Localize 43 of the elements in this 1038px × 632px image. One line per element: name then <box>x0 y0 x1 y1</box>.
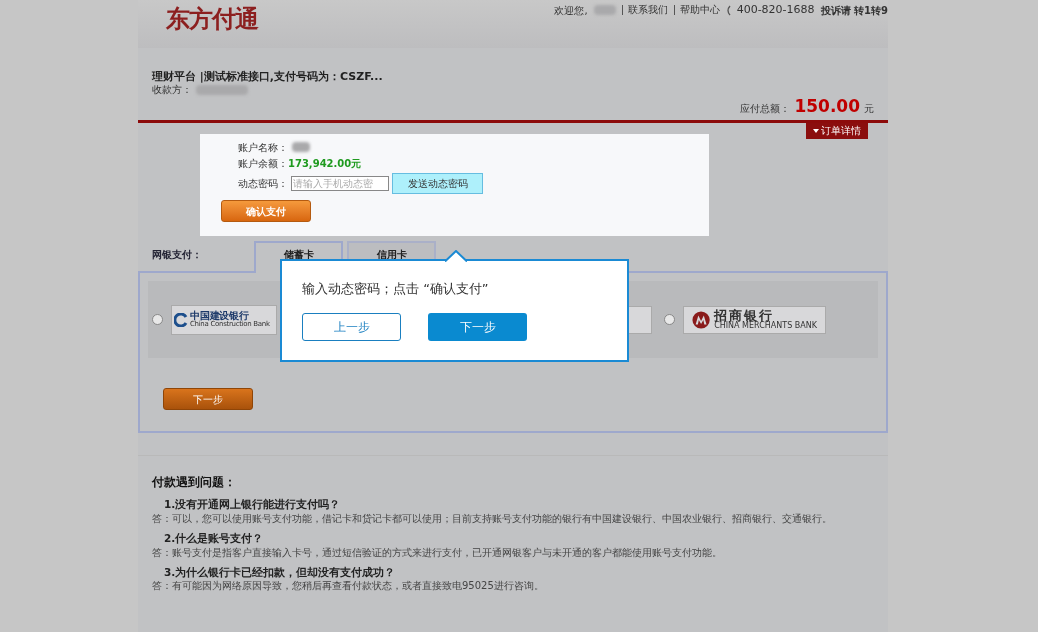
balance-value: 173,942.00元 <box>288 156 362 171</box>
faq-answer: 答：有可能因为网络原因导致，您稍后再查看付款状态，或者直接致电95025进行咨询。 <box>152 580 545 593</box>
header-link[interactable]: 帮助中心 <box>673 5 720 15</box>
faq-answer: 答：可以，您可以使用账号支付功能，借记卡和贷记卡都可以使用；目前支持账号支付功能的银行有中国建设银行、中国农业银行、招商银行、交通银行。 <box>152 512 833 525</box>
blurred-text <box>196 85 248 95</box>
netbank-label: 网银支付： <box>152 248 202 262</box>
radio-button[interactable] <box>152 314 163 325</box>
phone-icon <box>725 4 731 16</box>
faq-title: 付款遇到问题： <box>152 474 237 491</box>
code-field[interactable]: 请输入手机动态密 <box>291 175 389 191</box>
welcome-text: 欢迎您, <box>554 3 588 18</box>
send-code-button[interactable]: 发送动态密码 <box>392 172 483 194</box>
blurred-text <box>292 142 310 152</box>
faq-question: 2.什么是账号支付？ <box>164 530 265 546</box>
guide-text: 输入动态密码；点击 “确认支付” <box>302 280 490 298</box>
currency: 元 <box>864 104 874 114</box>
faq-question: 3.为什么银行卡已经扣款，但却没有支付成功？ <box>164 564 397 580</box>
caret-icon <box>813 129 819 133</box>
code-label: 动态密码： <box>238 176 288 191</box>
total-amount: 150.00 <box>794 98 860 115</box>
complaint-text: 投诉请 转1转9 <box>820 3 888 18</box>
next-step-button[interactable]: 下一步 <box>163 388 253 410</box>
faq-question: 1.没有开通网上银行能进行支付吗？ <box>164 497 342 512</box>
payee-label: 收款方： <box>152 84 192 96</box>
faq-answer: 答：账号支付是指客户直接输入卡号，通过短信验证的方式来进行支付，已开通网银客户与未开通的客户都能使用账号支付功能。 <box>152 546 723 559</box>
next-step-button[interactable]: 下一步 <box>428 312 527 341</box>
order-title: 理财平台 |测试标准接口,支付号码为：CSZF... <box>152 70 384 84</box>
ring-logo-icon <box>174 312 188 327</box>
bank-name: 中国建设银行 <box>190 311 249 321</box>
balance-label: 账户余额： <box>238 156 288 171</box>
bank-logo[interactable]: 招商银行 CHINA MERCHANTS BANK <box>683 305 826 334</box>
account-name-label: 账户名称： <box>238 140 288 155</box>
bank-emblem-icon <box>692 309 711 330</box>
previous-step-button[interactable]: 上一步 <box>302 312 401 341</box>
phone-number: 400-820-1688 <box>736 1 815 18</box>
order-details-button[interactable]: 订单详情 <box>806 123 868 139</box>
blurred-text <box>593 5 616 15</box>
radio-button[interactable] <box>664 314 675 325</box>
header-link[interactable]: 联系我们 <box>621 5 668 15</box>
total-label: 应付总额： <box>740 104 791 114</box>
bank-name: 招商银行 <box>714 309 775 322</box>
logo: 东方付通 <box>166 7 258 35</box>
bank-english-name: CHINA MERCHANTS BANK <box>714 322 817 330</box>
